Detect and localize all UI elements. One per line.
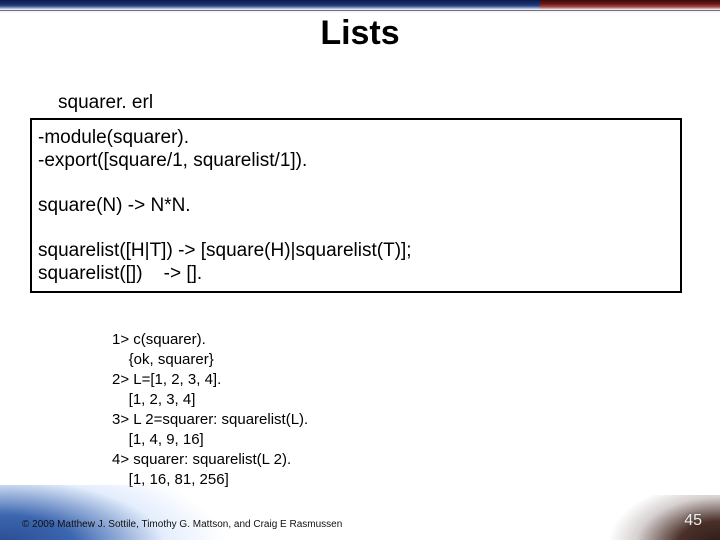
page-number: 45 (684, 512, 702, 530)
copyright-text: © 2009 Matthew J. Sottile, Timothy G. Ma… (22, 519, 342, 530)
code-line: squarelist([H|T]) -> [square(H)|squareli… (38, 239, 674, 262)
shell-line: [1, 2, 3, 4] (112, 390, 308, 410)
shell-line: {ok, squarer} (112, 350, 308, 370)
shell-line: [1, 16, 81, 256] (112, 470, 308, 490)
slide-title: Lists (0, 14, 720, 53)
header-band (0, 0, 720, 11)
code-blank (38, 172, 674, 194)
shell-session: 1> c(squarer). {ok, squarer} 2> L=[1, 2,… (112, 330, 308, 490)
code-line: -module(squarer). (38, 126, 674, 149)
code-line: squarelist([]) -> []. (38, 262, 674, 285)
shell-line: 4> squarer: squarelist(L 2). (112, 450, 308, 470)
shell-line: 2> L=[1, 2, 3, 4]. (112, 370, 308, 390)
code-line: -export([square/1, squarelist/1]). (38, 149, 674, 172)
footer-gradient-right (600, 495, 720, 540)
shell-line: [1, 4, 9, 16] (112, 430, 308, 450)
code-line: square(N) -> N*N. (38, 194, 674, 217)
shell-line: 1> c(squarer). (112, 330, 308, 350)
source-filename: squarer. erl (58, 92, 153, 114)
shell-line: 3> L 2=squarer: squarelist(L). (112, 410, 308, 430)
footer-gradient-left (0, 485, 720, 540)
code-listing-box: -module(squarer). -export([square/1, squ… (30, 118, 682, 293)
code-blank (38, 217, 674, 239)
